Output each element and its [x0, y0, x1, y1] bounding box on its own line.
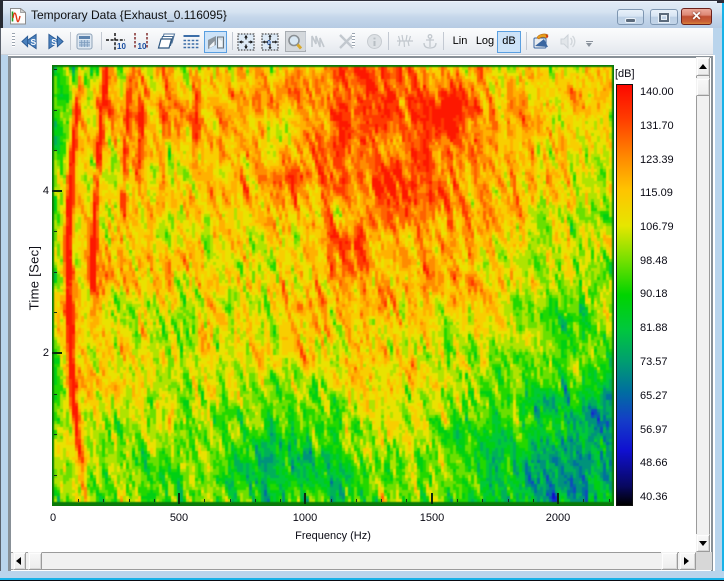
svg-text:10: 10 — [138, 42, 147, 51]
svg-text:S: S — [51, 37, 57, 47]
svg-text:S: S — [30, 37, 36, 47]
svg-text:10: 10 — [117, 42, 126, 51]
